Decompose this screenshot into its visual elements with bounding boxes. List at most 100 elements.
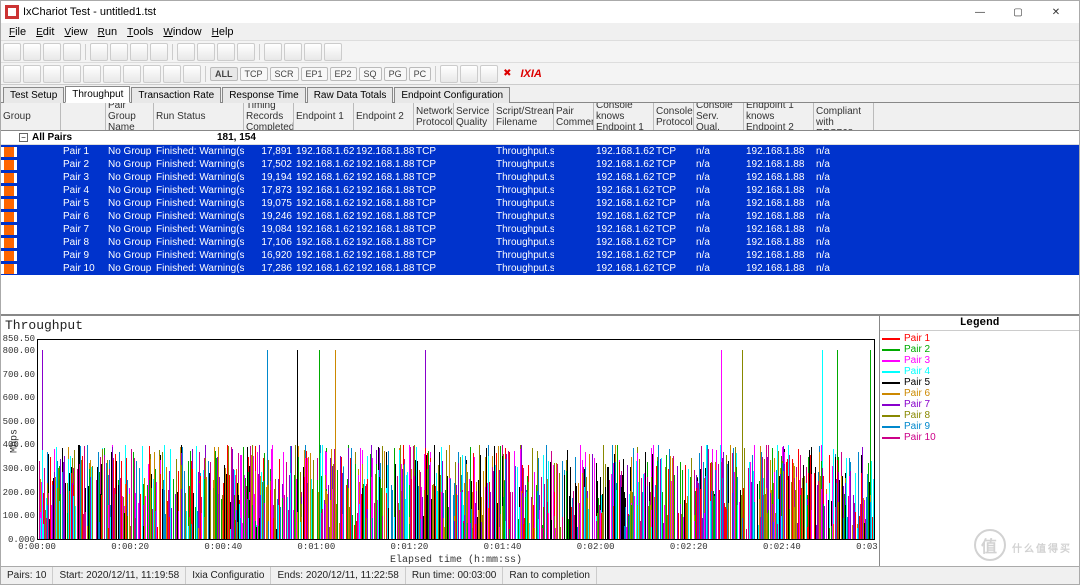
filter-pill-scr[interactable]: SCR xyxy=(270,67,299,81)
legend-item[interactable]: Pair 3 xyxy=(882,355,1077,366)
legend-item[interactable]: Pair 1 xyxy=(882,333,1077,344)
filter-pill-pg[interactable]: PG xyxy=(384,67,407,81)
col-header[interactable]: Timing Records Completed xyxy=(244,103,294,130)
toolbar-btn-14[interactable] xyxy=(304,43,322,61)
menu-file[interactable]: File xyxy=(5,26,30,38)
toolbar-btn-7[interactable] xyxy=(150,43,168,61)
col-header[interactable]: Pair Comment xyxy=(554,103,594,130)
toolbar2-btn-5[interactable] xyxy=(103,65,121,83)
toolbar-btn-11[interactable] xyxy=(237,43,255,61)
col-header[interactable]: Endpoint 1 knows Endpoint 2 xyxy=(744,103,814,130)
toolbar2-btn-3[interactable] xyxy=(63,65,81,83)
toolbar-btn-9[interactable] xyxy=(197,43,215,61)
toolbar-btn-2[interactable] xyxy=(43,43,61,61)
toolbar-btn-1[interactable] xyxy=(23,43,41,61)
table-row[interactable]: Pair 7No GroupFinished: Warning(s)19,084… xyxy=(1,223,1079,236)
toolbar-btn-15[interactable] xyxy=(324,43,342,61)
toolbar2-btn-8[interactable] xyxy=(163,65,181,83)
toolbar2-extra-0[interactable] xyxy=(440,65,458,83)
filter-pill-ep1[interactable]: EP1 xyxy=(301,67,328,81)
tab-test-setup[interactable]: Test Setup xyxy=(3,87,64,103)
toolbar-btn-6[interactable] xyxy=(130,43,148,61)
grid-body[interactable]: − All Pairs 181, 154 Pair 1No GroupFinis… xyxy=(1,131,1079,315)
col-header[interactable]: Network Protocol xyxy=(414,103,454,130)
table-row[interactable]: Pair 8No GroupFinished: Warning(s)17,106… xyxy=(1,236,1079,249)
table-row[interactable]: Pair 4No GroupFinished: Warning(s)17,873… xyxy=(1,184,1079,197)
legend-item[interactable]: Pair 4 xyxy=(882,366,1077,377)
legend-item[interactable]: Pair 8 xyxy=(882,410,1077,421)
tree-root-row[interactable]: − All Pairs 181, 154 xyxy=(1,131,1079,145)
toolbar2-btn-6[interactable] xyxy=(123,65,141,83)
col-header[interactable]: Pair Group Name xyxy=(106,103,154,130)
legend-label: Pair 2 xyxy=(904,344,930,355)
titlebar[interactable]: IxChariot Test - untitled1.tst ― ▢ ✕ xyxy=(1,1,1079,23)
tab-response-time[interactable]: Response Time xyxy=(222,87,305,103)
toolbar2-btn-4[interactable] xyxy=(83,65,101,83)
col-header[interactable]: Service Quality xyxy=(454,103,494,130)
toolbar-btn-13[interactable] xyxy=(284,43,302,61)
collapse-icon[interactable]: − xyxy=(19,133,28,142)
filter-pill-pc[interactable]: PC xyxy=(409,67,432,81)
toolbar2-btn-9[interactable] xyxy=(183,65,201,83)
legend-item[interactable]: Pair 5 xyxy=(882,377,1077,388)
toolbar2-extra-2[interactable] xyxy=(480,65,498,83)
tab-transaction-rate[interactable]: Transaction Rate xyxy=(131,87,221,103)
legend-label: Pair 3 xyxy=(904,355,930,366)
toolbar-btn-0[interactable] xyxy=(3,43,21,61)
toolbar-btn-8[interactable] xyxy=(177,43,195,61)
toolbar2-btn-1[interactable] xyxy=(23,65,41,83)
menu-window[interactable]: Window xyxy=(159,26,205,38)
tab-raw-data-totals[interactable]: Raw Data Totals xyxy=(307,87,394,103)
brand-logo: IXIA xyxy=(520,68,541,80)
filter-pill-all[interactable]: ALL xyxy=(210,67,238,81)
toolbar-btn-12[interactable] xyxy=(264,43,282,61)
toolbar2-btn-2[interactable] xyxy=(43,65,61,83)
maximize-button[interactable]: ▢ xyxy=(999,1,1037,23)
legend-item[interactable]: Pair 2 xyxy=(882,344,1077,355)
menu-help[interactable]: Help xyxy=(208,26,238,38)
col-header[interactable] xyxy=(61,103,106,130)
filter-pill-tcp[interactable]: TCP xyxy=(240,67,268,81)
tab-endpoint-configuration[interactable]: Endpoint Configuration xyxy=(394,87,510,103)
toolbar-btn-5[interactable] xyxy=(110,43,128,61)
col-header[interactable]: UDP Compliant with RFC768 xyxy=(814,103,874,130)
toolbar2-btn-0[interactable] xyxy=(3,65,21,83)
legend-item[interactable]: Pair 7 xyxy=(882,399,1077,410)
col-header[interactable]: Endpoint 2 xyxy=(354,103,414,130)
filter-pill-ep2[interactable]: EP2 xyxy=(330,67,357,81)
table-row[interactable]: Pair 3No GroupFinished: Warning(s)19,194… xyxy=(1,171,1079,184)
x-tick: 0:02:20 xyxy=(670,542,708,552)
minimize-button[interactable]: ― xyxy=(961,1,999,23)
legend-item[interactable]: Pair 9 xyxy=(882,421,1077,432)
toolbar2-extra-1[interactable] xyxy=(460,65,478,83)
col-header[interactable]: Run Status xyxy=(154,103,244,130)
table-row[interactable]: Pair 5No GroupFinished: Warning(s)19,075… xyxy=(1,197,1079,210)
root-label: All Pairs xyxy=(32,132,72,143)
tab-throughput[interactable]: Throughput xyxy=(65,86,130,103)
toolbar-btn-10[interactable] xyxy=(217,43,235,61)
table-row[interactable]: Pair 6No GroupFinished: Warning(s)19,246… xyxy=(1,210,1079,223)
toolbar-btn-3[interactable] xyxy=(63,43,81,61)
table-row[interactable]: Pair 2No GroupFinished: Warning(s)17,502… xyxy=(1,158,1079,171)
menu-run[interactable]: Run xyxy=(94,26,121,38)
menu-tools[interactable]: Tools xyxy=(123,26,157,38)
close-button[interactable]: ✕ xyxy=(1037,1,1075,23)
col-header[interactable]: Console knows Endpoint 1 xyxy=(594,103,654,130)
filter-pill-sq[interactable]: SQ xyxy=(359,67,382,81)
legend-swatch-icon xyxy=(882,338,900,340)
table-row[interactable]: Pair 9No GroupFinished: Warning(s)16,920… xyxy=(1,249,1079,262)
col-header[interactable]: Console Protocol xyxy=(654,103,694,130)
col-header[interactable]: Script/Stream Filename xyxy=(494,103,554,130)
table-row[interactable]: Pair 10No GroupFinished: Warning(s)17,28… xyxy=(1,262,1079,275)
chart-plot-area[interactable] xyxy=(37,339,875,540)
col-header[interactable]: Endpoint 1 xyxy=(294,103,354,130)
col-header[interactable]: Console Serv. Qual. xyxy=(694,103,744,130)
col-header[interactable]: Group xyxy=(1,103,61,130)
legend-item[interactable]: Pair 6 xyxy=(882,388,1077,399)
menu-edit[interactable]: Edit xyxy=(32,26,58,38)
toolbar2-btn-7[interactable] xyxy=(143,65,161,83)
legend-item[interactable]: Pair 10 xyxy=(882,432,1077,443)
table-row[interactable]: Pair 1No GroupFinished: Warning(s)17,891… xyxy=(1,145,1079,158)
menu-view[interactable]: View xyxy=(60,26,91,38)
toolbar-btn-4[interactable] xyxy=(90,43,108,61)
